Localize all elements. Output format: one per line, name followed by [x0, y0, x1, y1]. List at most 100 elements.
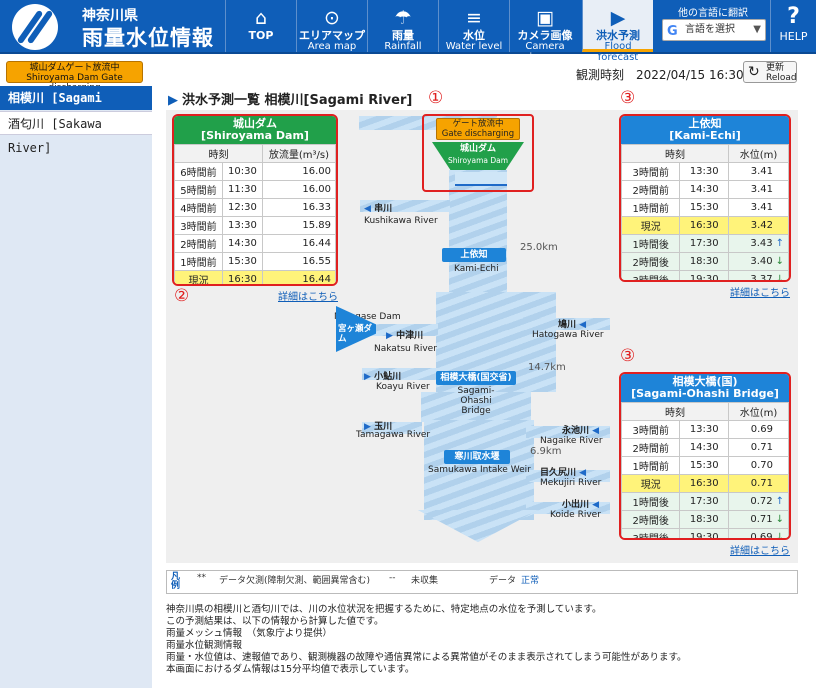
- row-time: 11:30: [221, 180, 263, 199]
- nav-area-map[interactable]: ⊙ エリアマップ Area map: [296, 0, 367, 52]
- row-time: 13:30: [679, 420, 730, 439]
- row-label: 1時間後: [621, 492, 681, 511]
- row-value: 16.00: [261, 180, 336, 199]
- row-time: 12:30: [221, 198, 263, 217]
- value-text: 3.42: [750, 220, 773, 231]
- nav-flood-forecast[interactable]: ▶ 洪水予測 Flood forecast: [582, 0, 653, 63]
- station-kamiechi[interactable]: 上依知: [442, 248, 506, 262]
- observation-label: 観測時刻: [576, 68, 625, 82]
- header: 神奈川県 雨量水位情報 ⌂ TOP ⊙ エリアマップ Area map ☂ 雨量 Rain…: [0, 0, 816, 63]
- table-row: 現況 16:30 3.42: [621, 216, 789, 235]
- details-link-dam[interactable]: 詳細はこちら: [278, 288, 338, 303]
- station-en-1: Sagami-Ohashi: [457, 386, 495, 406]
- nav-top[interactable]: ⌂ TOP: [225, 0, 296, 52]
- dam-status-en: Gate discharging: [441, 129, 515, 139]
- page: 神奈川県 雨量水位情報 ⌂ TOP ⊙ エリアマップ Area map ☂ 雨量 Rain…: [0, 0, 816, 688]
- dam-miyagase-ja: 宮ヶ瀬ダム: [338, 324, 373, 344]
- note-line: 雨量メッシュ情報 （気象庁より提供）: [166, 628, 333, 639]
- nav-label: 水位: [463, 29, 485, 42]
- sidebar-item-sakawa[interactable]: 酒匂川 [Sakawa River]: [0, 111, 152, 155]
- reload-button[interactable]: ↻ 更新 Reload: [743, 61, 797, 83]
- table-title-en: [Sagami-Ohashi Bridge]: [631, 387, 779, 400]
- legend-desc-missing: データ欠測(障制欠測、範囲異常含む): [219, 576, 371, 586]
- dam-reservoir: [455, 172, 507, 186]
- table-sagami-ohashi: 相模大橋(国) [Sagami-Ohashi Bridge] 時刻 水位(m) 3時…: [619, 372, 791, 540]
- table-shiroyama-dam: 城山ダム [Shiroyama Dam] 時刻 放流量(m³/s) 6時間前 10:3…: [172, 114, 338, 286]
- note-line: 神奈川県の相模川と酒匂川では、川の水位状況を把握するために、特定地点の水位を予測…: [166, 604, 602, 615]
- row-time: 16:30: [679, 474, 730, 493]
- river-label-nakatsu: ▶ 中津川: [386, 331, 424, 341]
- language-select[interactable]: G 言語を選択 ▼: [662, 19, 766, 41]
- flood-forecast-icon: ▶: [168, 93, 178, 108]
- distance-3: 6.9km: [530, 446, 562, 457]
- row-value: 3.37 ↓: [728, 270, 789, 280]
- value-text: 3.41: [750, 202, 773, 213]
- table-row: 1時間前 15:30 16.55: [174, 252, 336, 271]
- notes: 神奈川県の相模川と酒匂川では、川の水位状況を把握するために、特定地点の水位を予測…: [166, 604, 806, 676]
- nav-sublabel: Water level: [445, 41, 503, 52]
- row-value: 16.00: [261, 162, 336, 181]
- note-line: この予測結果は、以下の情報から計算した値です。: [166, 616, 384, 627]
- row-value: 0.69 ↓: [728, 528, 789, 538]
- river-label-mekujiri-en: Mekujiri River: [540, 478, 602, 488]
- dam-status-ja: ゲート放流中: [452, 119, 504, 129]
- table-title: 上依知 [Kami-Echi]: [621, 116, 789, 144]
- river-name-ja: 目久尻川: [540, 468, 577, 478]
- col-header-time: 時刻: [621, 402, 730, 421]
- annotation-3a: ③: [620, 88, 636, 108]
- table-kami-echi: 上依知 [Kami-Echi] 時刻 水位(m) 3時間前 13:30 3.41 2時間前…: [619, 114, 791, 282]
- river-name-ja: 永池川: [562, 426, 590, 436]
- diagram-panel: ゲート放流中 Gate discharging 城山ダム Shiroyama Dam…: [166, 90, 798, 563]
- dam-name-ja: 城山ダム: [459, 144, 496, 154]
- nav-label: 洪水予測: [596, 29, 640, 42]
- table-row: 1時間後 17:30 3.43 ↑: [621, 234, 789, 253]
- river-label-koayu-en: Koayu River: [376, 382, 430, 392]
- station-samukawa-en: Samukawa Intake Weir: [428, 465, 531, 475]
- row-value: 15.89: [261, 216, 336, 235]
- page-title-text: 洪水予測一覧 相模川[Sagami River]: [182, 93, 413, 108]
- nav-label: エリアマップ: [299, 29, 365, 42]
- table-title: 相模大橋(国) [Sagami-Ohashi Bridge]: [621, 374, 789, 402]
- nav-camera-image[interactable]: ▣ カメラ画像 Camera image: [509, 0, 580, 63]
- station-samukawa-weir[interactable]: 寒川取水堰: [444, 450, 510, 464]
- details-link-kami-echi[interactable]: 詳細はこちら: [730, 284, 790, 299]
- row-label: 3時間後: [621, 528, 681, 538]
- google-icon: G: [667, 24, 678, 39]
- flood-forecast-icon: ▶: [610, 7, 626, 29]
- row-value: 3.41: [728, 198, 789, 217]
- row-time: 18:30: [679, 510, 730, 529]
- row-label: 3時間前: [621, 162, 681, 181]
- river-name-ja: 小出川: [562, 500, 590, 510]
- row-time: 15:30: [679, 456, 730, 475]
- nav-rainfall[interactable]: ☂ 雨量 Rainfall: [367, 0, 438, 52]
- details-link-sagami-ohashi[interactable]: 詳細はこちら: [730, 542, 790, 557]
- row-label: 1時間後: [621, 234, 681, 253]
- row-time: 14:30: [679, 180, 730, 199]
- nav-water-level[interactable]: ≡ 水位 Water level: [438, 0, 509, 52]
- row-label: 1時間前: [174, 252, 223, 271]
- help-button[interactable]: ? HELP: [770, 0, 816, 52]
- map-pin-icon: ⊙: [324, 7, 340, 29]
- legend-symbol-normal: データ: [489, 576, 517, 586]
- value-text: 16.00: [302, 166, 331, 177]
- legend-symbol-missing: **: [197, 573, 206, 583]
- umbrella-icon: ☂: [394, 7, 412, 29]
- observation-value: 2022/04/15 16:30: [636, 68, 744, 82]
- annotation-3b: ③: [620, 346, 636, 366]
- dam-status-badge: ゲート放流中 Gate discharging: [436, 118, 520, 140]
- row-value: 0.72 ↑: [728, 492, 789, 511]
- row-value: 3.42: [728, 216, 789, 235]
- station-sagami-ohashi[interactable]: 相模大橋(国交省): [436, 371, 516, 385]
- nav-sublabel: Area map: [307, 41, 357, 52]
- sidebar-item-sagami[interactable]: 相模川 [Sagami River]: [0, 86, 152, 129]
- value-text: 0.71: [750, 478, 773, 489]
- sidebar: 相模川 [Sagami River] 酒匂川 [Sakawa River]: [0, 86, 152, 688]
- app-title: 雨量水位情報: [82, 26, 214, 50]
- language-area: 他の言語に翻訳 G 言語を選択 ▼: [656, 0, 770, 52]
- col-header-time: 時刻: [174, 144, 263, 163]
- logo-icon: [12, 4, 58, 50]
- nav-label: TOP: [248, 29, 274, 42]
- chevron-down-icon: ▼: [753, 24, 761, 35]
- dam-discharge-button[interactable]: 城山ダムゲート放流中Shiroyama Dam Gate discharging: [6, 61, 143, 93]
- value-text: 3.43: [750, 238, 773, 249]
